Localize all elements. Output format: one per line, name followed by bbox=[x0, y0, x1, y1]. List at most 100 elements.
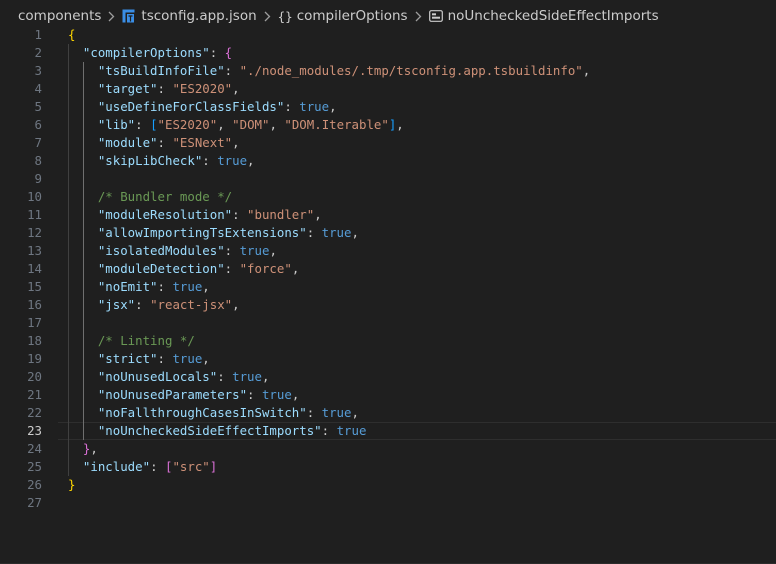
code-token: : bbox=[284, 99, 300, 114]
code-token: { bbox=[224, 45, 233, 60]
code-token: , bbox=[351, 225, 359, 240]
line-number: 9 bbox=[34, 171, 42, 186]
code-token: , bbox=[202, 351, 210, 366]
line-number: 23 bbox=[27, 423, 42, 438]
line-number: 22 bbox=[27, 405, 42, 420]
line-content: "moduleResolution": "bundler", bbox=[68, 206, 322, 224]
code-token: : bbox=[232, 207, 248, 222]
code-line[interactable]: 21 "noUnusedParameters": true, bbox=[0, 386, 776, 404]
code-token: "noFallthroughCasesInSwitch" bbox=[97, 405, 307, 420]
typescript-config-file-icon bbox=[122, 9, 135, 23]
code-token: true bbox=[172, 351, 203, 366]
code-token: : bbox=[321, 423, 337, 438]
code-line[interactable]: 8 "skipLibCheck": true, bbox=[0, 152, 776, 170]
code-token: true bbox=[299, 99, 330, 114]
code-token: true bbox=[336, 423, 367, 438]
code-token: , bbox=[261, 369, 270, 384]
code-line[interactable]: 27 bbox=[0, 494, 776, 512]
code-token: : bbox=[157, 279, 173, 294]
code-token: : bbox=[217, 369, 233, 384]
code-token: : bbox=[224, 261, 240, 276]
code-line[interactable]: 17 bbox=[0, 314, 776, 332]
line-content: "skipLibCheck": true, bbox=[68, 152, 255, 170]
indent-guide bbox=[83, 62, 84, 440]
code-line[interactable]: 9 bbox=[0, 170, 776, 188]
code-line[interactable]: 19 "strict": true, bbox=[0, 350, 776, 368]
line-number: 5 bbox=[34, 99, 42, 114]
code-token: ] bbox=[209, 459, 218, 474]
line-number: 19 bbox=[27, 351, 42, 366]
line-content: "moduleDetection": "force", bbox=[68, 260, 299, 278]
line-number: 15 bbox=[27, 279, 42, 294]
code-token: "noEmit" bbox=[97, 279, 158, 294]
line-content: "allowImportingTsExtensions": true, bbox=[68, 224, 359, 242]
code-token: , bbox=[269, 117, 285, 132]
code-token: "isolatedModules" bbox=[97, 243, 225, 258]
chevron-right-icon bbox=[108, 11, 115, 22]
line-number: 16 bbox=[27, 297, 42, 312]
code-line[interactable]: 2 "compilerOptions": { bbox=[0, 44, 776, 62]
code-token: true bbox=[239, 243, 270, 258]
code-token: , bbox=[351, 405, 359, 420]
code-line[interactable]: 18 /* Linting */ bbox=[0, 332, 776, 350]
line-content: "strict": true, bbox=[68, 350, 210, 368]
code-token: : bbox=[247, 387, 262, 402]
breadcrumb-property[interactable]: noUncheckedSideEffectImports bbox=[428, 8, 659, 24]
breadcrumb-folder-label: components bbox=[18, 8, 102, 24]
code-line[interactable]: 22 "noFallthroughCasesInSwitch": true, bbox=[0, 404, 776, 422]
code-token: } bbox=[68, 477, 76, 492]
code-line[interactable]: 16 "jsx": "react-jsx", bbox=[0, 296, 776, 314]
code-token: "DOM.Iterable" bbox=[284, 117, 389, 132]
code-line[interactable]: 6 "lib": ["ES2020", "DOM", "DOM.Iterable… bbox=[0, 116, 776, 134]
code-token: true bbox=[172, 279, 203, 294]
code-line[interactable]: 5 "useDefineForClassFields": true, bbox=[0, 98, 776, 116]
code-token: : bbox=[150, 459, 165, 474]
code-line[interactable]: 10 /* Bundler mode */ bbox=[0, 188, 776, 206]
line-content: "useDefineForClassFields": true, bbox=[68, 98, 337, 116]
line-number: 14 bbox=[27, 261, 42, 276]
code-line[interactable]: 26} bbox=[0, 476, 776, 494]
code-line[interactable]: 1{ bbox=[0, 26, 776, 44]
line-content: "noFallthroughCasesInSwitch": true, bbox=[68, 404, 359, 422]
code-token: "bundler" bbox=[247, 207, 315, 222]
code-line[interactable]: 3 "tsBuildInfoFile": "./node_modules/.tm… bbox=[0, 62, 776, 80]
line-number: 7 bbox=[34, 135, 42, 150]
code-token: , bbox=[232, 297, 240, 312]
code-line[interactable]: 15 "noEmit": true, bbox=[0, 278, 776, 296]
code-line[interactable]: 11 "moduleResolution": "bundler", bbox=[0, 206, 776, 224]
line-number: 18 bbox=[27, 333, 42, 348]
breadcrumb-object[interactable]: {} compilerOptions bbox=[278, 8, 408, 24]
code-line[interactable]: 20 "noUnusedLocals": true, bbox=[0, 368, 776, 386]
line-content: "include": ["src"] bbox=[68, 458, 217, 476]
breadcrumb-file[interactable]: tsconfig.app.json bbox=[122, 8, 257, 24]
line-content: "isolatedModules": true, bbox=[68, 242, 277, 260]
code-line[interactable]: 23 "noUncheckedSideEffectImports": true bbox=[0, 422, 776, 440]
line-number: 2 bbox=[34, 45, 42, 60]
code-line[interactable]: 7 "module": "ESNext", bbox=[0, 134, 776, 152]
breadcrumb-folder[interactable]: components bbox=[18, 8, 101, 24]
code-editor[interactable]: components tsconfig.app.json {} compiler… bbox=[0, 0, 776, 564]
code-line[interactable]: 24 }, bbox=[0, 440, 776, 458]
code-token: : bbox=[224, 243, 240, 258]
code-line[interactable]: 13 "isolatedModules": true, bbox=[0, 242, 776, 260]
code-token: : bbox=[157, 135, 173, 150]
code-token: , bbox=[90, 441, 98, 456]
code-line[interactable]: 12 "allowImportingTsExtensions": true, bbox=[0, 224, 776, 242]
code-line[interactable]: 14 "moduleDetection": "force", bbox=[0, 260, 776, 278]
line-number: 8 bbox=[34, 153, 42, 168]
code-line[interactable]: 4 "target": "ES2020", bbox=[0, 80, 776, 98]
line-number: 21 bbox=[27, 387, 42, 402]
code-token: : bbox=[157, 81, 173, 96]
line-number: 24 bbox=[27, 441, 42, 456]
code-token: , bbox=[269, 243, 277, 258]
line-content: "module": "ESNext", bbox=[68, 134, 240, 152]
code-token: "moduleDetection" bbox=[97, 261, 225, 276]
line-content: "noEmit": true, bbox=[68, 278, 210, 296]
code-token: : bbox=[224, 63, 240, 78]
code-area[interactable]: 1{2 "compilerOptions": {3 "tsBuildInfoFi… bbox=[0, 26, 776, 512]
code-token: "noUnusedParameters" bbox=[97, 387, 248, 402]
code-line[interactable]: 25 "include": ["src"] bbox=[0, 458, 776, 476]
line-content: "jsx": "react-jsx", bbox=[68, 296, 240, 314]
code-token: : bbox=[306, 405, 322, 420]
